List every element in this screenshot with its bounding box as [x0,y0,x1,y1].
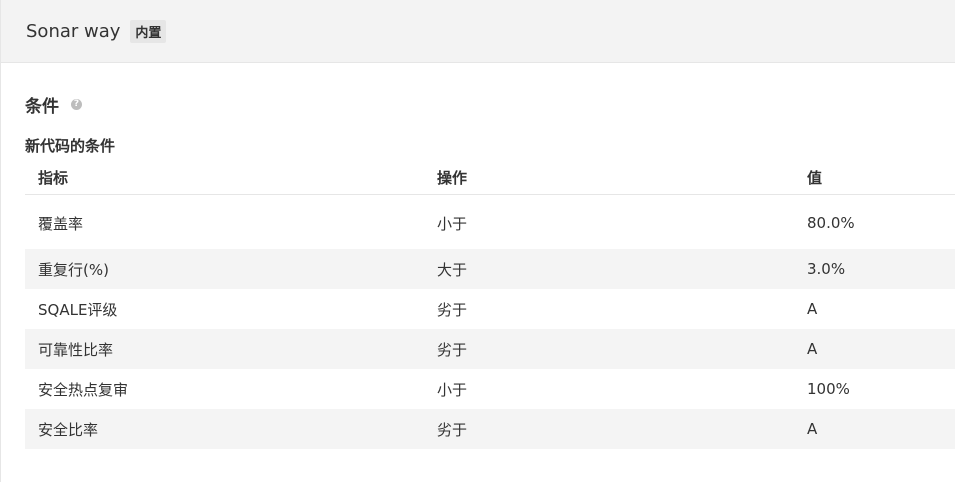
condition-metric: 重复行(%) [25,249,424,289]
condition-operator: 小于 [437,380,468,399]
condition-metric: 安全热点复审 [38,380,129,399]
condition-operator: 大于 [424,249,794,289]
quality-gate-name: Sonar way [26,20,121,42]
condition-value: 3.0% [794,249,955,289]
new-code-conditions-title: 新代码的条件 [25,137,116,155]
condition-metric: 安全比率 [25,409,424,449]
condition-value: 80.0% [807,214,855,232]
condition-metric: 可靠性比率 [25,329,424,369]
builtin-badge: 内置 [130,19,167,43]
table-row: 覆盖率 小于 80.0% [25,195,955,250]
condition-operator: 劣于 [437,300,468,319]
condition-metric: SQALE评级 [38,300,118,319]
table-row: 重复行(%) 大于 3.0% [25,249,955,289]
help-icon[interactable]: ? [71,98,82,110]
quality-gate-header: Sonar way 内置 [1,0,955,63]
condition-operator: 劣于 [424,409,794,449]
condition-operator: 小于 [437,214,468,233]
column-header-metric: 指标 [25,160,424,195]
condition-metric: 覆盖率 [38,214,84,233]
condition-value: 100% [807,380,850,398]
condition-value: A [807,300,818,318]
quality-gate-page: Sonar way 内置 条件 ? 新代码的条件 指标 操作 值 覆盖率 小于 … [0,0,955,482]
table-row: SQALE评级 劣于 A [25,289,955,329]
column-header-value: 值 [794,160,955,195]
quality-gate-content: 条件 ? 新代码的条件 指标 操作 值 覆盖率 小于 80.0% 重复行(%) [1,93,955,449]
condition-value: A [794,329,955,369]
condition-operator: 劣于 [424,329,794,369]
table-header-row: 指标 操作 值 [25,160,955,195]
condition-value: A [794,409,955,449]
conditions-table: 指标 操作 值 覆盖率 小于 80.0% 重复行(%) 大于 3.0% SQAL… [25,160,955,449]
conditions-title: 条件 [25,96,59,117]
table-row: 可靠性比率 劣于 A [25,329,955,369]
table-row: 安全比率 劣于 A [25,409,955,449]
column-header-operator: 操作 [424,160,794,195]
table-row: 安全热点复审 小于 100% [25,369,955,409]
conditions-heading: 条件 ? [25,93,955,117]
